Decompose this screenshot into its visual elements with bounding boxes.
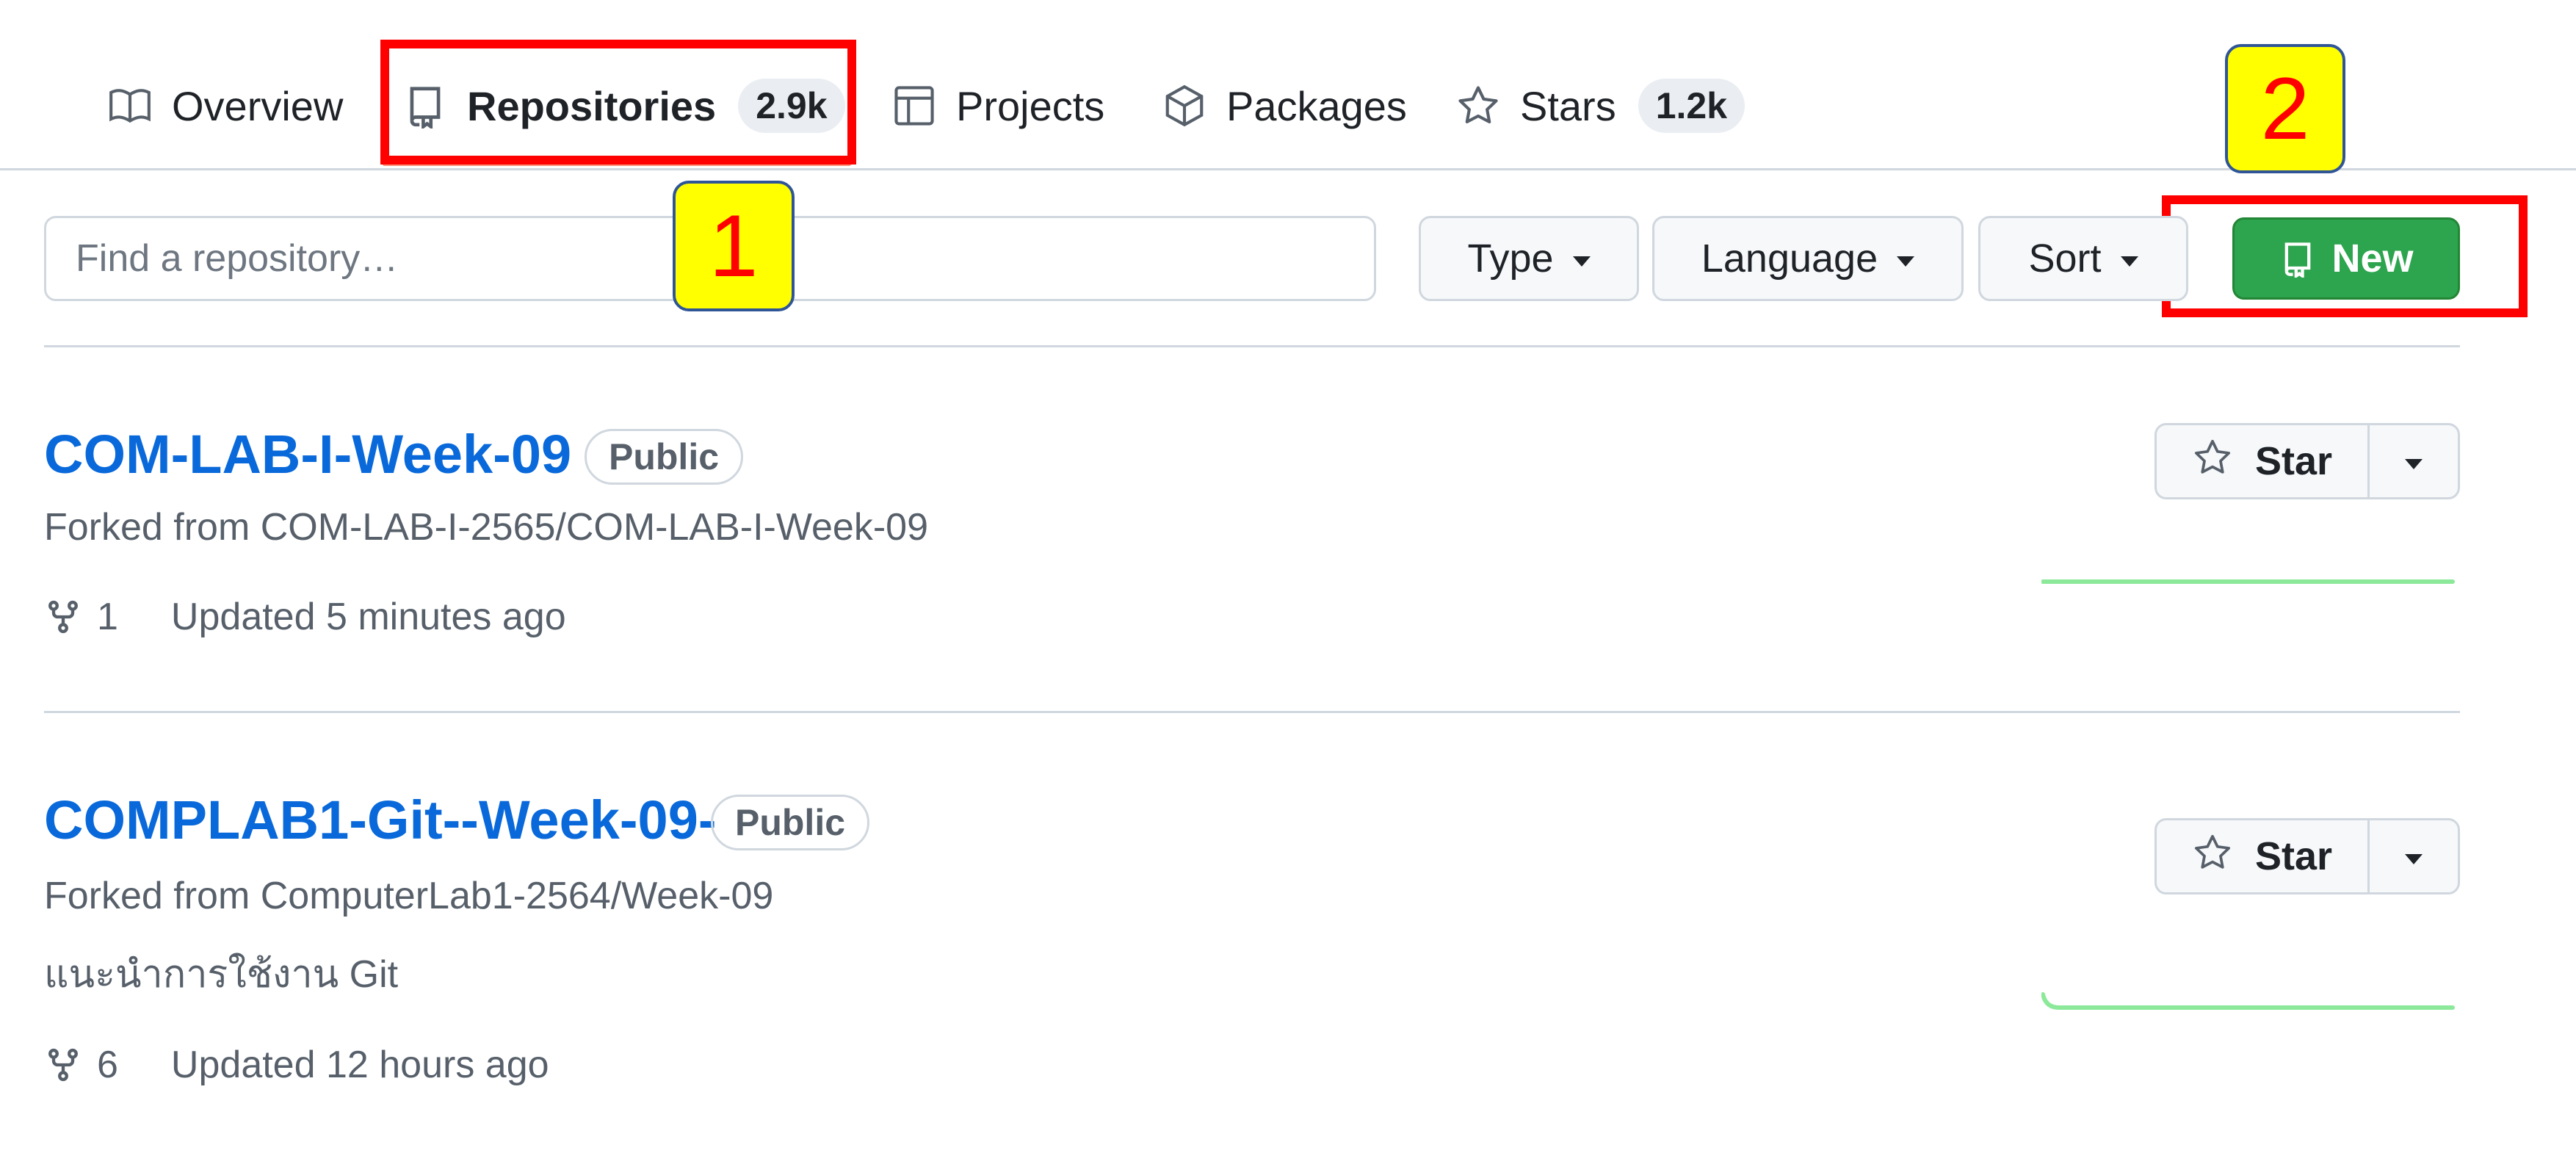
tab-packages[interactable]: Packages [1162, 62, 1407, 150]
star-list-dropdown[interactable] [2370, 820, 2458, 892]
updated-text: Updated 5 minutes ago [170, 596, 566, 638]
fork-count[interactable]: 1 [97, 595, 118, 639]
sort-filter-button[interactable]: Sort [1978, 216, 2188, 301]
repo-icon [2285, 242, 2311, 278]
activity-sparkline [2041, 992, 2455, 1010]
tab-overview[interactable]: Overview [107, 62, 343, 150]
forked-from-text: Forked from ComputerLab1-2564/Week-09 [44, 875, 774, 917]
star-button-label: Star [2254, 834, 2333, 878]
star-icon [2194, 834, 2231, 869]
star-button[interactable]: Star [2157, 820, 2370, 892]
star-button[interactable]: Star [2157, 425, 2370, 497]
chevron-down-icon [2120, 256, 2138, 267]
updated-text: Updated 12 hours ago [170, 1044, 549, 1086]
star-button-group: Star [2154, 818, 2460, 894]
tab-projects[interactable]: Projects [891, 62, 1104, 150]
repo-meta: 6 Updated 12 hours ago [44, 1043, 549, 1087]
book-icon [109, 89, 151, 123]
tab-projects-label: Projects [956, 82, 1105, 129]
repo-description: แนะนำการใช้งาน Git [44, 953, 399, 996]
new-repository-label: New [2331, 236, 2414, 281]
fork-icon [48, 1048, 78, 1082]
forked-from-text: Forked from COM-LAB-I-2565/COM-LAB-I-Wee… [44, 506, 928, 549]
chevron-down-icon [2405, 459, 2423, 469]
visibility-badge: Public [711, 795, 870, 850]
callout-label-1: 1 [673, 181, 795, 311]
list-top-divider [44, 345, 2460, 347]
star-icon [1458, 86, 1498, 124]
package-icon [1165, 84, 1204, 127]
stars-count-badge: 1.2k [1638, 79, 1745, 133]
star-button-label: Star [2254, 439, 2333, 483]
repo-name-link[interactable]: COM-LAB-I-Week-09 [44, 423, 571, 485]
repo-name-link[interactable]: COMPLAB1-Git--Week-09- [44, 789, 717, 851]
tab-overview-label: Overview [172, 82, 344, 129]
star-list-dropdown[interactable] [2370, 425, 2458, 497]
star-button-group: Star [2154, 423, 2460, 499]
sort-filter-label: Sort [2028, 236, 2102, 281]
star-icon [2194, 439, 2231, 474]
type-filter-label: Type [1467, 236, 1554, 281]
type-filter-button[interactable]: Type [1419, 216, 1639, 301]
tab-stars[interactable]: Stars 1.2k [1455, 62, 1745, 150]
activity-sparkline [2041, 579, 2455, 584]
tab-packages-label: Packages [1226, 82, 1407, 129]
chevron-down-icon [1572, 256, 1591, 267]
callout-label-2: 2 [2225, 44, 2345, 173]
chevron-down-icon [2405, 854, 2423, 864]
language-filter-button[interactable]: Language [1652, 216, 1964, 301]
tab-stars-label: Stars [1520, 82, 1616, 129]
language-filter-label: Language [1701, 236, 1878, 281]
visibility-badge: Public [585, 429, 744, 485]
new-repository-button[interactable]: New [2232, 217, 2460, 300]
fork-count[interactable]: 6 [97, 1043, 118, 1087]
repo-meta: 1 Updated 5 minutes ago [44, 595, 566, 639]
repo-divider [44, 711, 2460, 713]
callout-box-repositories [380, 40, 856, 165]
fork-icon [48, 600, 78, 634]
table-icon [894, 86, 934, 126]
chevron-down-icon [1897, 256, 1915, 267]
